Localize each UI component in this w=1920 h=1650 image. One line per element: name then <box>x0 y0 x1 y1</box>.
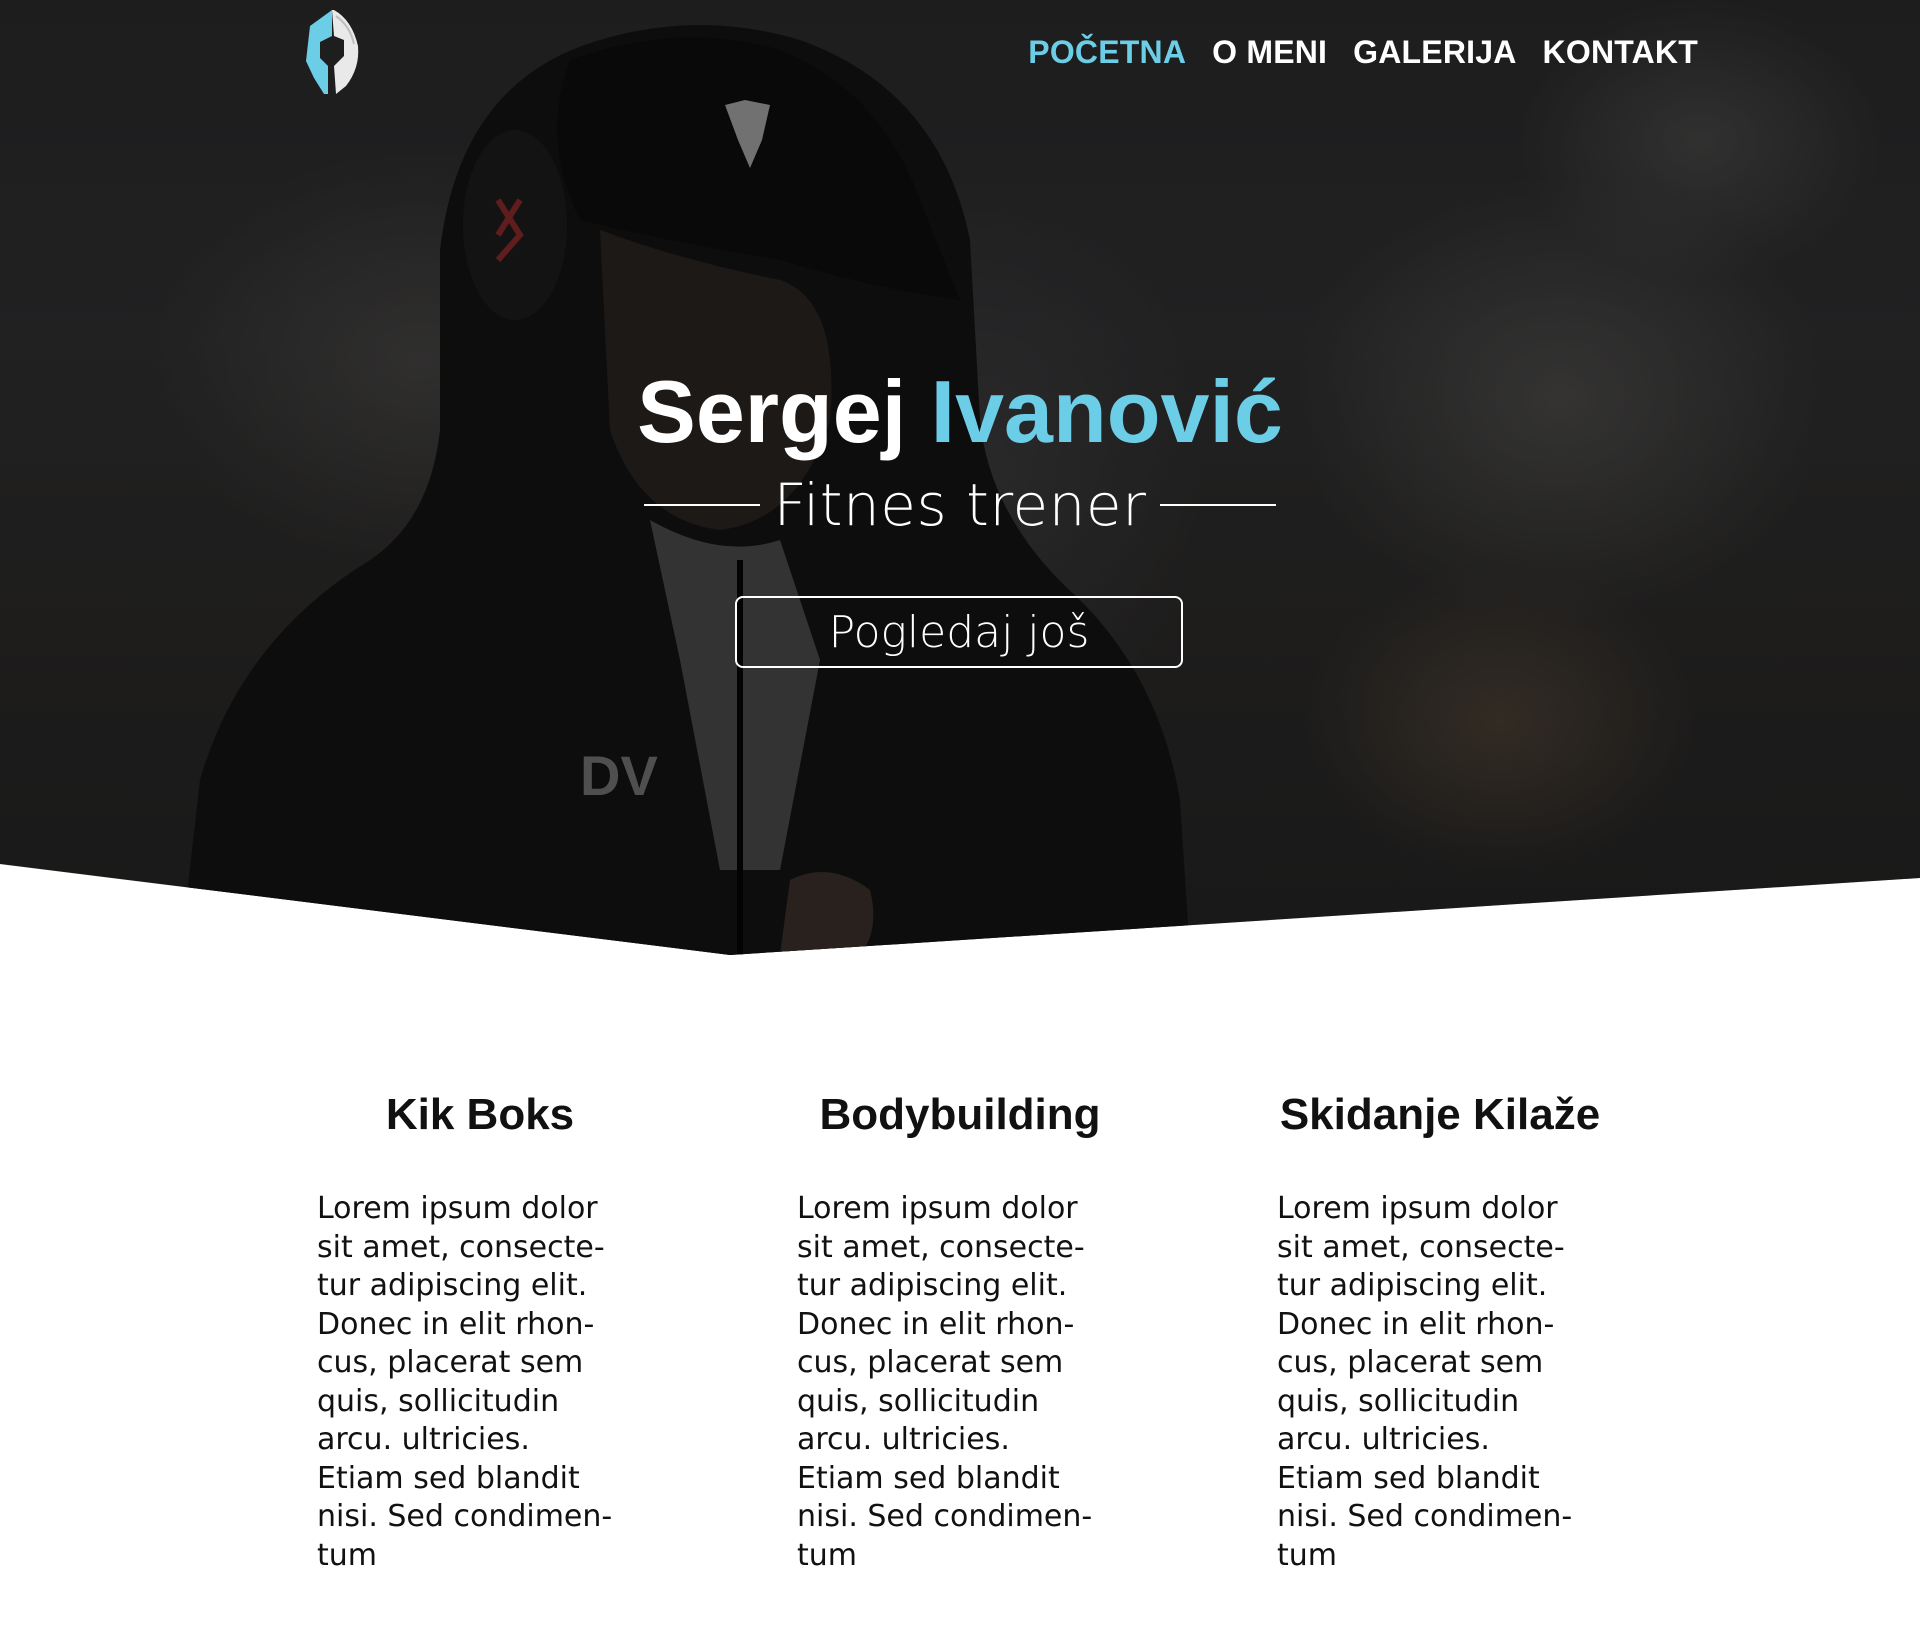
nav-item-kontakt[interactable]: KONTAKT <box>1543 34 1698 71</box>
nav-item-o-meni[interactable]: O MENI <box>1212 34 1327 71</box>
service-description: Lorem ipsum dolor sit amet, consecte- tu… <box>317 1191 613 1573</box>
service-card-skidanje-kilaze: Skidanje Kilaže Lorem ipsum dolor sit am… <box>1240 1080 1640 1575</box>
nav-item-galerija[interactable]: GALERIJA <box>1353 34 1516 71</box>
subtitle-right-divider <box>1160 504 1277 506</box>
hero-subtitle-row: Fitnes trener <box>0 470 1920 540</box>
cta-button[interactable]: Pogledaj još <box>735 596 1183 668</box>
subtitle-left-divider <box>643 504 760 506</box>
hero-first-name: Sergej <box>637 362 907 461</box>
service-description: Lorem ipsum dolor sit amet, consecte- tu… <box>797 1191 1093 1573</box>
service-card-bodybuilding: Bodybuilding Lorem ipsum dolor sit amet,… <box>760 1080 1160 1575</box>
service-description: Lorem ipsum dolor sit amet, consecte- tu… <box>1277 1191 1573 1573</box>
hero-title: Sergej Ivanović <box>0 362 1920 462</box>
service-title: Kik Boks <box>385 1090 575 1139</box>
nav-item-pocetna[interactable]: POČETNA <box>1028 34 1186 71</box>
hero-last-name: Ivanović <box>930 362 1283 461</box>
service-card-kik-boks: Kik Boks Lorem ipsum dolor sit amet, con… <box>280 1080 680 1575</box>
service-title: Skidanje Kilaže <box>1279 1090 1601 1139</box>
service-title: Bodybuilding <box>819 1090 1101 1139</box>
hero-subtitle: Fitnes trener <box>773 471 1147 539</box>
spartan-helmet-logo-icon[interactable] <box>300 6 364 96</box>
main-nav: POČETNA O MENI GALERIJA KONTAKT <box>1028 34 1698 71</box>
landing-page: DV POČETNA O MENI GALERIJA KONTAKT Serge… <box>0 0 1920 1650</box>
